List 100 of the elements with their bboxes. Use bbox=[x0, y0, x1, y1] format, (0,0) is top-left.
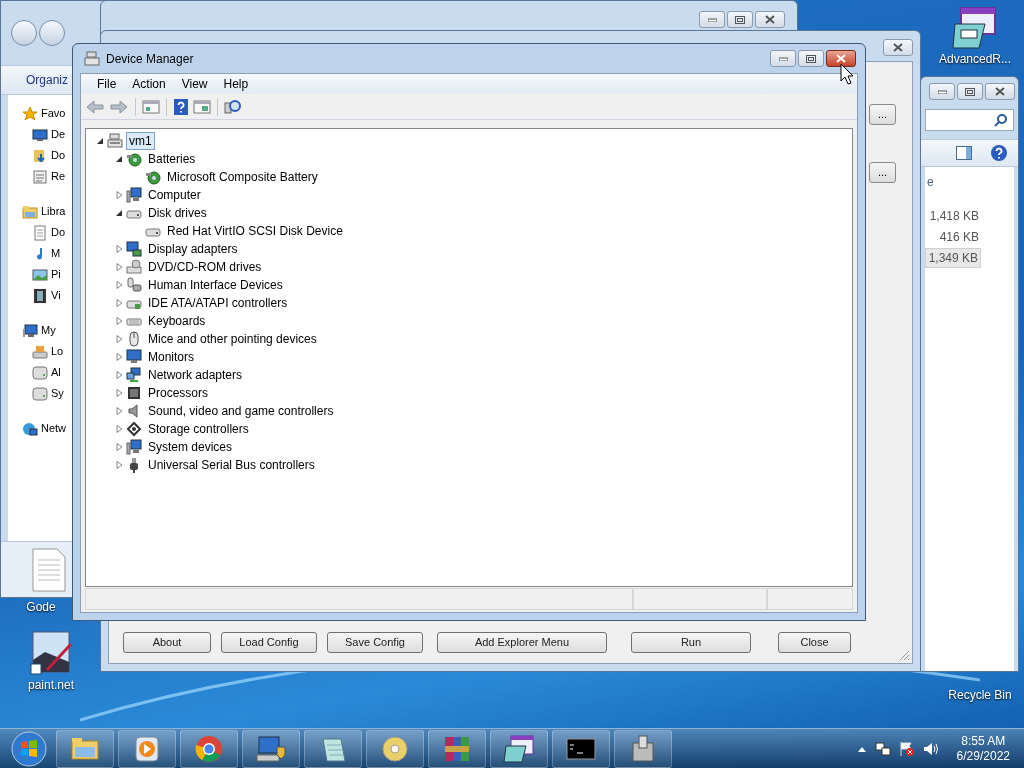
taskbar-button[interactable] bbox=[428, 729, 486, 768]
tree-item[interactable]: Monitors bbox=[145, 348, 197, 366]
desktop-icon-label[interactable]: AdvancedR... bbox=[938, 52, 1011, 66]
tree-item[interactable]: Mice and other pointing devices bbox=[145, 330, 320, 348]
tree-item[interactable]: vm1 bbox=[126, 132, 155, 150]
nav-pane-item[interactable]: De bbox=[51, 126, 66, 143]
tree-item[interactable]: Sound, video and game controllers bbox=[145, 402, 337, 420]
tree-item[interactable]: Microsoft Composite Battery bbox=[164, 168, 321, 186]
dialog-button[interactable]: Add Explorer Menu bbox=[437, 632, 607, 653]
paint-picture-icon[interactable] bbox=[29, 630, 73, 678]
close-button[interactable] bbox=[985, 83, 1015, 100]
tree-item[interactable]: Display adapters bbox=[145, 240, 241, 258]
clock-date: 6/29/2022 bbox=[956, 748, 1010, 764]
menu-item[interactable]: Action bbox=[125, 75, 173, 93]
maximize-button[interactable] bbox=[957, 83, 983, 100]
speaker-icon[interactable] bbox=[922, 740, 939, 757]
app-window-icon[interactable] bbox=[951, 4, 999, 52]
taskbar-button[interactable] bbox=[304, 729, 362, 768]
maximize-button[interactable] bbox=[798, 50, 824, 67]
tree-item[interactable]: Red Hat VirtIO SCSI Disk Device bbox=[164, 222, 346, 240]
tree-item[interactable]: Batteries bbox=[145, 150, 199, 168]
taskbar-button[interactable] bbox=[56, 729, 114, 768]
close-button[interactable] bbox=[826, 50, 856, 67]
tree-item[interactable]: System devices bbox=[145, 438, 236, 456]
dialog-button[interactable]: Close bbox=[778, 632, 851, 653]
nav-pane-item[interactable]: Al bbox=[51, 364, 61, 381]
tree-item[interactable]: Processors bbox=[145, 384, 212, 402]
menu-item[interactable]: View bbox=[174, 75, 215, 93]
tree-item[interactable]: Network adapters bbox=[145, 366, 246, 384]
close-icon bbox=[893, 43, 903, 52]
dialog-button[interactable]: Save Config bbox=[327, 632, 423, 653]
nav-pane-item[interactable]: Do bbox=[51, 147, 66, 164]
close-icon bbox=[765, 15, 775, 24]
folder-icon bbox=[22, 203, 38, 220]
preview-pane-icon[interactable] bbox=[956, 146, 972, 160]
start-orb-icon[interactable] bbox=[10, 729, 48, 768]
mouse-icon bbox=[126, 331, 142, 347]
nav-pane-item[interactable]: Lo bbox=[51, 343, 64, 360]
close-icon bbox=[836, 54, 846, 63]
taskbar-button[interactable] bbox=[180, 729, 238, 768]
expander-icon[interactable] bbox=[96, 137, 104, 145]
close-button[interactable] bbox=[755, 11, 785, 28]
maximize-button[interactable] bbox=[727, 11, 753, 28]
properties-pane-icon[interactable] bbox=[193, 98, 211, 115]
maximize-icon bbox=[735, 15, 745, 24]
taskbar-button[interactable] bbox=[242, 729, 300, 768]
tree-item[interactable]: Disk drives bbox=[145, 204, 210, 222]
tree-item[interactable]: Storage controllers bbox=[145, 420, 252, 438]
taskbar-button[interactable] bbox=[552, 729, 610, 768]
display-card-icon bbox=[126, 241, 142, 257]
forward-button[interactable] bbox=[39, 20, 65, 46]
maximize-icon bbox=[965, 87, 975, 96]
window-list-icon bbox=[32, 168, 48, 185]
tree-item[interactable]: IDE ATA/ATAPI controllers bbox=[145, 294, 291, 312]
expander-icon[interactable] bbox=[115, 155, 123, 163]
maximize-icon bbox=[806, 54, 816, 63]
nav-pane-item[interactable]: M bbox=[51, 245, 61, 262]
close-button[interactable] bbox=[883, 39, 913, 56]
nav-pane-item[interactable]: Re bbox=[51, 168, 66, 185]
nav-pane-item[interactable]: Favo bbox=[41, 105, 66, 122]
desktop-icon-label[interactable]: paint.net bbox=[27, 678, 74, 692]
nav-pane-item[interactable]: Vi bbox=[51, 287, 61, 304]
taskbar-button[interactable] bbox=[118, 729, 176, 768]
nav-pane-item[interactable]: Do bbox=[51, 224, 66, 241]
taskbar-button[interactable] bbox=[614, 729, 672, 768]
flag-with-cross-icon[interactable] bbox=[898, 740, 915, 757]
tree-item[interactable]: DVD/CD-ROM drives bbox=[145, 258, 265, 276]
browse-button[interactable]: ... bbox=[869, 104, 896, 125]
nav-pane-item[interactable]: Netw bbox=[41, 420, 67, 437]
tree-item[interactable]: Computer bbox=[145, 186, 204, 204]
nav-pane-item[interactable]: Libra bbox=[41, 203, 66, 220]
taskbar-button[interactable] bbox=[366, 729, 424, 768]
dialog-button[interactable]: Load Config bbox=[221, 632, 317, 653]
globe-icon bbox=[22, 420, 38, 437]
nav-pane-item[interactable]: Sy bbox=[51, 385, 64, 402]
desktop-icon-label[interactable]: Recycle Bin bbox=[948, 688, 1012, 702]
dialog-button[interactable]: About bbox=[123, 632, 211, 653]
nav-pane-item[interactable]: My bbox=[41, 322, 56, 339]
nav-pane-item[interactable]: Pi bbox=[51, 266, 61, 283]
help-icon[interactable] bbox=[990, 144, 1008, 162]
search-field[interactable] bbox=[925, 109, 1014, 131]
tree-item[interactable]: Keyboards bbox=[145, 312, 209, 330]
dialog-button[interactable]: Run bbox=[631, 632, 751, 653]
clock[interactable]: 8:55 AM 6/29/2022 bbox=[956, 733, 1010, 764]
console-tree-icon[interactable] bbox=[142, 98, 160, 115]
mouse-cursor-icon bbox=[840, 63, 854, 85]
expander-icon[interactable] bbox=[115, 209, 123, 217]
help-icon[interactable] bbox=[173, 97, 189, 116]
tree-item[interactable]: Universal Serial Bus controllers bbox=[145, 456, 318, 474]
computer-icon bbox=[126, 439, 142, 455]
taskbar-button[interactable] bbox=[490, 729, 548, 768]
menu-item[interactable]: Help bbox=[216, 75, 256, 93]
column-header[interactable]: e bbox=[925, 173, 1014, 191]
back-button[interactable] bbox=[11, 20, 37, 46]
tree-item[interactable]: Human Interface Devices bbox=[145, 276, 286, 294]
desktop-icon-label[interactable]: Gode bbox=[26, 600, 56, 614]
network-icon[interactable] bbox=[874, 740, 891, 757]
browse-button[interactable]: ... bbox=[869, 162, 896, 183]
menu-item[interactable]: File bbox=[90, 75, 124, 93]
scan-hardware-icon[interactable] bbox=[224, 97, 242, 116]
